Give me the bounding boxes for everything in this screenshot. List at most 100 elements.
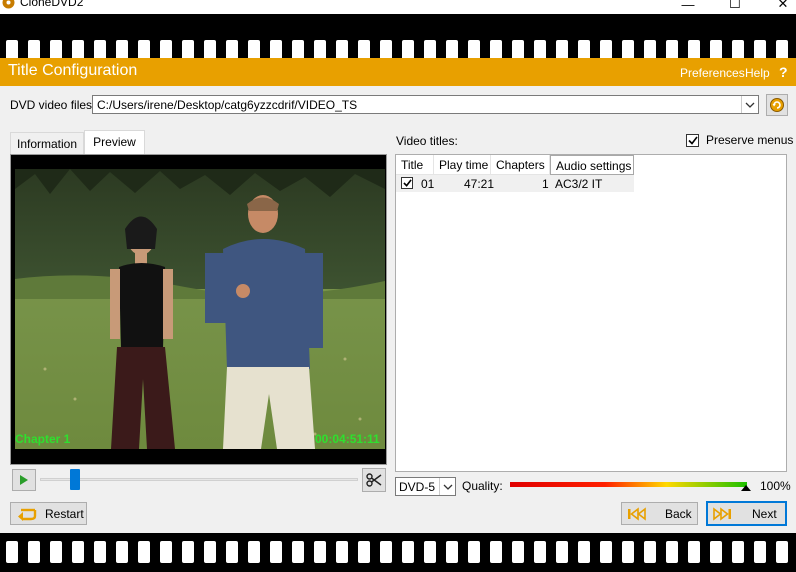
cell-title: 01	[421, 177, 435, 191]
film-hole	[490, 541, 502, 563]
checkmark-icon	[402, 179, 412, 187]
chapter-overlay: Chapter 1	[15, 432, 71, 446]
refresh-button[interactable]	[766, 94, 788, 116]
film-hole	[94, 541, 106, 563]
film-hole	[534, 541, 546, 563]
film-hole	[754, 541, 766, 563]
film-hole	[732, 541, 744, 563]
film-hole	[556, 541, 568, 563]
next-button[interactable]: Next	[706, 501, 787, 526]
tab-information[interactable]: Information	[10, 132, 84, 155]
page-title: Title Configuration	[8, 62, 138, 79]
table-row[interactable]: 01 47:21 1 AC3/2 IT	[396, 175, 634, 192]
cell-chapters: 1	[542, 177, 549, 191]
video-titles-label: Video titles:	[396, 134, 458, 148]
play-icon	[20, 475, 28, 485]
quality-label: Quality:	[462, 479, 503, 493]
window-titlebar: CloneDVD2 — ☐ ✕	[0, 0, 796, 14]
back-button[interactable]: Back	[621, 502, 698, 525]
film-hole	[28, 541, 40, 563]
column-header-chapters[interactable]: Chapters	[491, 155, 550, 175]
filmstrip-top	[0, 14, 796, 62]
disc-type-value: DVD-5	[399, 480, 436, 494]
film-hole	[380, 541, 392, 563]
film-hole	[72, 541, 84, 563]
film-hole	[424, 541, 436, 563]
restart-button[interactable]: Restart	[10, 502, 87, 525]
help-link[interactable]: Help	[745, 66, 770, 80]
checkmark-icon	[687, 136, 698, 145]
path-dropdown-button[interactable]	[741, 96, 758, 113]
film-hole	[468, 541, 480, 563]
page-header: Title Configuration Preferences Help ?	[0, 58, 796, 86]
film-hole	[248, 541, 260, 563]
dvd-files-label: DVD video files:	[10, 98, 96, 112]
column-header-play-time[interactable]: Play time	[434, 155, 491, 175]
play-button[interactable]	[12, 469, 36, 491]
chevron-down-icon	[439, 478, 455, 495]
film-hole	[358, 541, 370, 563]
help-icon[interactable]: ?	[779, 64, 788, 80]
preserve-menus-label[interactable]: Preserve menus	[706, 133, 793, 147]
dvd-path-input[interactable]	[92, 95, 759, 114]
film-hole	[226, 541, 238, 563]
film-hole	[776, 541, 788, 563]
next-button-label: Next	[752, 506, 777, 521]
film-perforations	[0, 541, 796, 563]
video-preview: Chapter 1 00:04:51:11	[10, 154, 387, 465]
back-button-label: Back	[665, 506, 692, 521]
film-hole	[600, 541, 612, 563]
film-hole	[578, 541, 590, 563]
film-hole	[160, 541, 172, 563]
close-button[interactable]: ✕	[760, 0, 796, 14]
column-header-audio-settings[interactable]: Audio settings	[550, 155, 634, 175]
film-hole	[138, 541, 150, 563]
preserve-menus-checkbox[interactable]	[686, 134, 699, 147]
window-title: CloneDVD2	[20, 0, 84, 9]
cell-play-time: 47:21	[464, 177, 495, 191]
minimize-button[interactable]: —	[665, 0, 711, 14]
film-hole	[50, 541, 62, 563]
film-hole	[270, 541, 282, 563]
film-hole	[336, 541, 348, 563]
seek-slider-track[interactable]	[40, 478, 358, 481]
disc-type-select[interactable]: DVD-5	[395, 477, 456, 496]
column-header-title[interactable]: Title	[396, 155, 434, 175]
refresh-icon	[770, 98, 784, 112]
film-hole	[182, 541, 194, 563]
skip-back-icon	[628, 506, 646, 521]
chevron-down-icon	[745, 102, 755, 108]
scissors-icon	[366, 473, 382, 487]
quality-level-marker[interactable]	[741, 485, 751, 491]
title-row-checkbox[interactable]	[401, 177, 413, 189]
film-hole	[314, 541, 326, 563]
maximize-button[interactable]: ☐	[712, 0, 758, 14]
cut-button[interactable]	[362, 468, 386, 492]
quality-value: 100%	[760, 479, 791, 493]
video-titles-table: Title Play time Chapters Audio settings …	[395, 154, 787, 472]
return-arrow-icon	[18, 508, 37, 521]
film-hole	[688, 541, 700, 563]
timecode-overlay: 00:04:51:11	[315, 432, 380, 446]
tab-preview[interactable]: Preview	[84, 130, 145, 155]
film-hole	[204, 541, 216, 563]
preferences-link[interactable]: Preferences	[680, 66, 745, 80]
film-hole	[644, 541, 656, 563]
restart-button-label: Restart	[45, 506, 84, 521]
main-content: DVD video files: Information Preview	[0, 86, 796, 533]
quality-bar	[510, 482, 747, 487]
video-frame-image	[15, 169, 385, 449]
film-hole	[292, 541, 304, 563]
film-hole	[116, 541, 128, 563]
film-hole	[402, 541, 414, 563]
filmstrip-bottom	[0, 533, 796, 572]
film-hole	[512, 541, 524, 563]
clonedvd-app-icon	[2, 0, 15, 9]
cell-audio-settings: AC3/2 IT	[555, 177, 603, 191]
skip-next-icon	[713, 506, 731, 521]
film-hole	[6, 541, 18, 563]
film-hole	[446, 541, 458, 563]
seek-slider-thumb[interactable]	[69, 469, 80, 490]
film-hole	[710, 541, 722, 563]
film-hole	[666, 541, 678, 563]
